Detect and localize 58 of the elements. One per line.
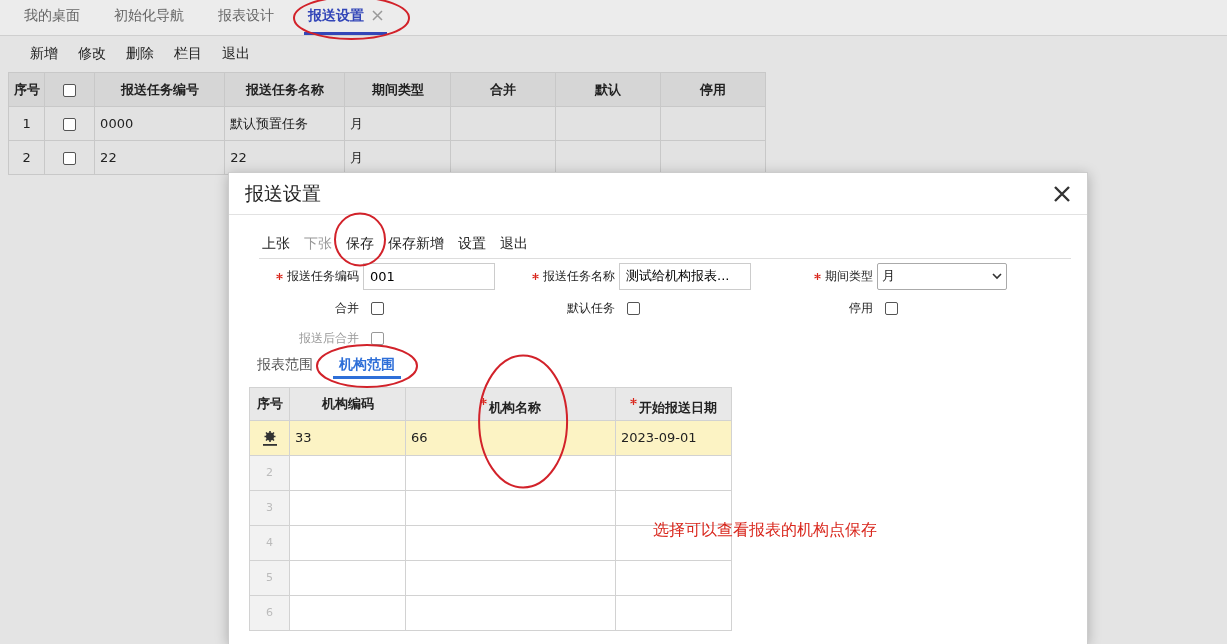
column-header: 机构编码 (321, 395, 374, 414)
tab[interactable]: 机构范围 (333, 353, 401, 379)
annotation-note: 选择可以查看报表的机构点保存 (653, 519, 877, 541)
checkbox-label: 报送后合并 (299, 330, 359, 347)
checkbox[interactable] (63, 83, 77, 97)
table-cell: 33 (289, 420, 406, 456)
table-cell: 1 (8, 106, 45, 141)
column-header: 期间类型 (344, 72, 451, 107)
toolbar-button[interactable]: 保存新增 (385, 231, 447, 256)
toolbar-button[interactable]: 修改 (68, 39, 116, 67)
toolbar-button[interactable]: 删除 (116, 39, 164, 67)
toolbar-button[interactable]: 上张 (259, 231, 293, 256)
column-header: 报送任务名称 (224, 72, 345, 107)
caret-icon[interactable] (992, 272, 1002, 280)
table-cell: 2023-09-01 (615, 420, 732, 456)
column-header: 开始报送日期 (639, 398, 717, 417)
column-header: 报送任务编号 (94, 72, 225, 107)
toolbar-button[interactable]: 退出 (212, 39, 260, 67)
gear-icon[interactable] (261, 429, 278, 446)
page-tab[interactable]: 报送设置 (304, 1, 387, 35)
annotation-ellipse (334, 212, 386, 267)
table-cell: 66 (405, 420, 616, 456)
tab[interactable]: 报表范围 (251, 353, 319, 379)
column-header: 默认 (555, 72, 661, 107)
column-header: 序号 (256, 395, 283, 414)
input-field[interactable]: 001 (363, 262, 495, 290)
toolbar-button[interactable]: 设置 (455, 231, 489, 256)
column-header: 合并 (450, 72, 556, 107)
table-cell: 默认预置任务 (224, 106, 345, 141)
page-tab[interactable]: 我的桌面 (20, 1, 84, 35)
input-field[interactable]: 测试给机构报表... (619, 262, 751, 290)
checkbox[interactable] (627, 301, 640, 315)
checkbox-label: 合并 (335, 300, 359, 317)
dialog-title: 报送设置 (245, 181, 321, 207)
column-header: 序号 (8, 72, 45, 107)
checkbox-label: 停用 (849, 300, 873, 317)
toolbar-button[interactable]: 保存 (343, 231, 377, 256)
table-cell: 月 (344, 106, 451, 141)
checkbox[interactable] (63, 117, 77, 131)
close-icon[interactable] (1053, 184, 1071, 203)
checkbox-label: 默认任务 (567, 300, 615, 317)
table-cell: 22 (94, 140, 225, 175)
checkbox[interactable] (63, 151, 77, 165)
checkbox[interactable] (885, 301, 898, 315)
checkbox[interactable] (371, 301, 384, 315)
table-cell: 2 (8, 140, 45, 175)
field-label: 报送任务名称 (543, 268, 615, 285)
table-cell: 0000 (94, 106, 225, 141)
field-label: 报送任务编码 (287, 268, 359, 285)
page-tab[interactable]: 初始化导航 (110, 1, 188, 35)
column-header: 机构名称 (489, 398, 541, 417)
toolbar-button[interactable]: 栏目 (164, 39, 212, 67)
column-header: 停用 (660, 72, 766, 107)
toolbar-button[interactable]: 退出 (497, 231, 531, 256)
field-label: 期间类型 (825, 268, 873, 285)
page-tab[interactable]: 报表设计 (214, 1, 278, 35)
period-select[interactable]: 月 (877, 262, 1007, 290)
toolbar-button[interactable]: 新增 (20, 39, 68, 67)
